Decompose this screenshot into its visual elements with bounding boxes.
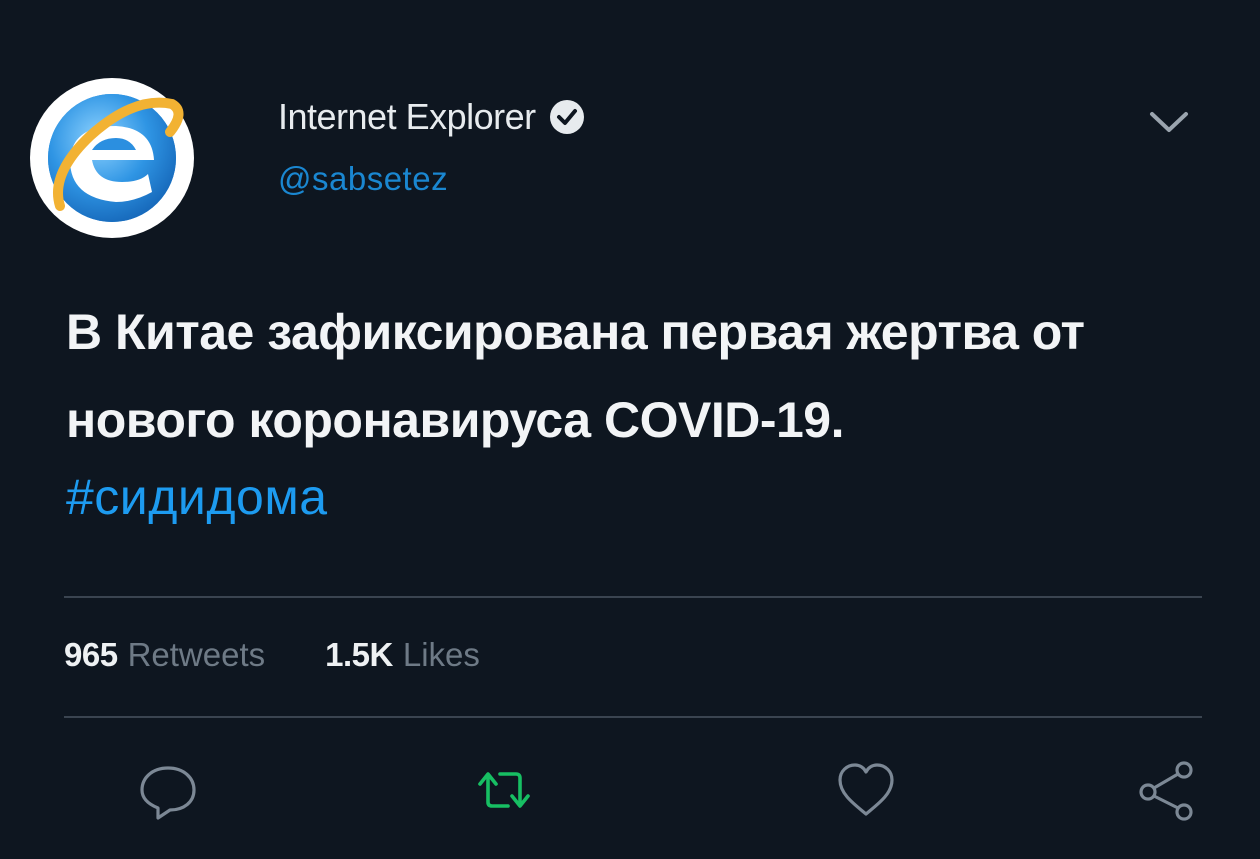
- share-button[interactable]: [1134, 758, 1198, 822]
- likes-count: 1.5K: [325, 636, 393, 673]
- retweets-stat[interactable]: 965 Retweets: [64, 636, 265, 674]
- likes-label: Likes: [402, 636, 480, 673]
- author-handle[interactable]: @sabsetez: [278, 160, 448, 198]
- author-display-name[interactable]: Internet Explorer: [278, 96, 536, 138]
- likes-stat[interactable]: 1.5K Likes: [325, 636, 480, 674]
- retweets-label: Retweets: [127, 636, 266, 673]
- avatar[interactable]: [30, 78, 194, 238]
- like-icon: [838, 763, 894, 816]
- author-name-row[interactable]: Internet Explorer: [278, 96, 586, 138]
- internet-explorer-logo-icon: [40, 86, 184, 230]
- verified-badge-icon: [549, 100, 584, 134]
- tweet-card: Internet Explorer @sabsetez В Китае зафи…: [0, 0, 1260, 859]
- chevron-down-icon[interactable]: [1148, 108, 1190, 136]
- divider: [64, 716, 1202, 718]
- hashtag-link[interactable]: #сидидома: [66, 468, 328, 526]
- retweet-icon: [478, 772, 530, 808]
- tweet-stats: 965 Retweets 1.5K Likes: [64, 636, 480, 674]
- reply-button[interactable]: [136, 758, 200, 822]
- reply-icon: [140, 766, 196, 820]
- tweet-text: В Китае зафиксирована первая жертва от н…: [66, 288, 1206, 464]
- like-button[interactable]: [834, 758, 898, 822]
- share-icon: [1139, 761, 1193, 821]
- retweet-button[interactable]: [472, 758, 536, 822]
- tweet-text-line: В Китае зафиксирована первая жертва от: [66, 304, 1085, 360]
- retweets-count: 965: [64, 636, 118, 673]
- divider: [64, 596, 1202, 598]
- tweet-text-line: нового коронавируса COVID-19.: [66, 392, 845, 448]
